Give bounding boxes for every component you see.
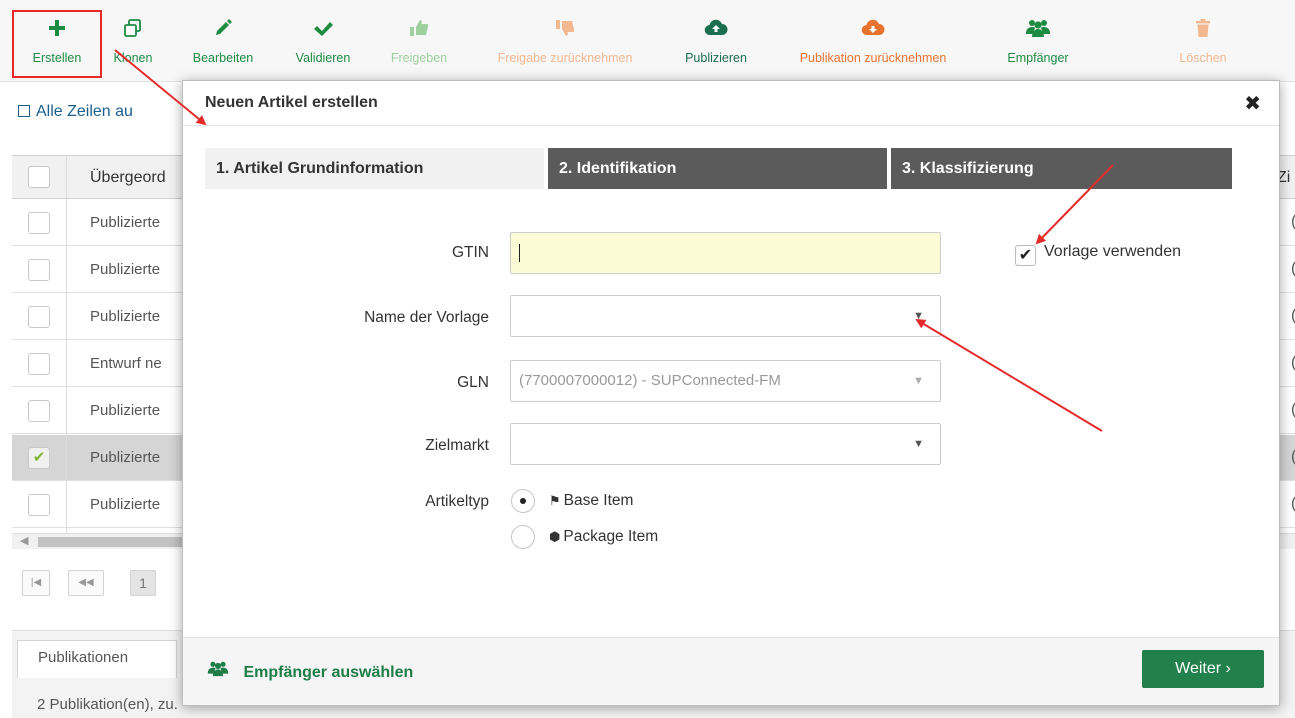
clone-icon: [108, 18, 158, 42]
thumbs-down-icon: [470, 18, 660, 42]
users-icon: [990, 18, 1086, 42]
gln-label: GLN: [457, 374, 489, 391]
row-checkbox[interactable]: [28, 400, 50, 422]
checkbox-checked[interactable]: ✔: [1015, 245, 1036, 266]
cloud-download-icon: [768, 18, 978, 42]
header-checkbox[interactable]: [28, 166, 50, 188]
row-checkbox[interactable]: [28, 259, 50, 281]
dialog-title: Neuen Artikel erstellen: [205, 94, 378, 111]
page-number-button[interactable]: 1: [130, 570, 156, 596]
edit-button[interactable]: Bearbeiten: [178, 18, 268, 65]
item-type-base-option[interactable]: ⚑ Base Item: [511, 489, 633, 513]
dialog-footer: Empfänger auswählen Weiter ›: [183, 637, 1279, 705]
step-basic-info[interactable]: 1. Artikel Grundinformation: [205, 148, 544, 189]
chevron-down-icon[interactable]: ▼: [913, 361, 924, 401]
cloud-upload-icon: [670, 18, 762, 42]
thumbs-up-icon: [374, 18, 464, 42]
users-icon: [207, 661, 233, 681]
revoke-release-button[interactable]: Freigabe zurücknehmen: [470, 18, 660, 65]
revoke-publication-button[interactable]: Publikation zurücknehmen: [768, 18, 978, 65]
gtin-input[interactable]: [510, 232, 941, 274]
text-caret: [519, 244, 520, 263]
scroll-left-icon[interactable]: ◀: [20, 534, 28, 547]
item-type-label: Artikeltyp: [425, 493, 489, 510]
release-button[interactable]: Freigeben: [374, 18, 464, 65]
scrollbar-thumb[interactable]: [38, 537, 198, 547]
target-market-select[interactable]: ▼: [510, 423, 941, 465]
first-page-button[interactable]: |◀: [22, 570, 50, 596]
template-name-label: Name der Vorlage: [364, 309, 489, 326]
radio-base-item[interactable]: [511, 489, 535, 513]
delete-button[interactable]: Löschen: [1168, 18, 1238, 65]
validate-button[interactable]: Validieren: [278, 18, 368, 65]
row-checkbox-checked[interactable]: ✔: [28, 447, 50, 469]
chevron-down-icon[interactable]: ▼: [913, 296, 924, 336]
prev-page-button[interactable]: ◀◀: [68, 570, 104, 596]
select-all-checkbox[interactable]: [18, 105, 30, 117]
publish-button[interactable]: Publizieren: [670, 18, 762, 65]
create-article-dialog: Neuen Artikel erstellen ✖ 1. Artikel Gru…: [182, 80, 1280, 706]
gtin-label: GTIN: [451, 244, 489, 261]
create-highlight-box: [12, 10, 102, 78]
recipients-button[interactable]: Empfänger: [990, 18, 1086, 65]
trash-icon: [1168, 18, 1238, 42]
row-checkbox[interactable]: [28, 494, 50, 516]
column-divider: [66, 155, 67, 533]
select-recipients-link[interactable]: Empfänger auswählen: [207, 660, 413, 682]
use-template-checkbox[interactable]: ✔ Vorlage verwenden: [1015, 243, 1181, 266]
row-checkbox[interactable]: [28, 306, 50, 328]
publication-count: 2 Publikation(en), zu.: [37, 696, 178, 713]
radio-package-item[interactable]: [511, 525, 535, 549]
target-market-label: Zielmarkt: [425, 437, 489, 454]
step-classification[interactable]: 3. Klassifizierung: [891, 148, 1232, 189]
flag-icon: ⚑: [549, 493, 561, 509]
tab-publications[interactable]: Publikationen: [17, 640, 177, 678]
pencil-icon: [178, 18, 268, 42]
step-identification[interactable]: 2. Identifikation: [548, 148, 887, 189]
select-all-rows[interactable]: Alle Zeilen au: [18, 103, 133, 121]
item-type-package-option[interactable]: ⬢ Package Item: [511, 525, 658, 549]
row-checkbox[interactable]: [28, 212, 50, 234]
template-name-select[interactable]: ▼: [510, 295, 941, 337]
toolbar: Erstellen Klonen Bearbeiten Validieren F…: [0, 0, 1295, 82]
check-icon: [278, 18, 368, 42]
gln-select[interactable]: (7700007000012) - SUPConnected-FM ▼: [510, 360, 941, 402]
cube-icon: ⬢: [549, 529, 561, 545]
column-header-parent[interactable]: Übergeord: [90, 169, 166, 187]
close-icon[interactable]: ✖: [1244, 91, 1261, 116]
divider: [183, 125, 1279, 126]
chevron-down-icon[interactable]: ▼: [913, 424, 924, 464]
clone-button[interactable]: Klonen: [108, 18, 158, 65]
row-checkbox[interactable]: [28, 353, 50, 375]
next-button[interactable]: Weiter ›: [1142, 650, 1264, 688]
